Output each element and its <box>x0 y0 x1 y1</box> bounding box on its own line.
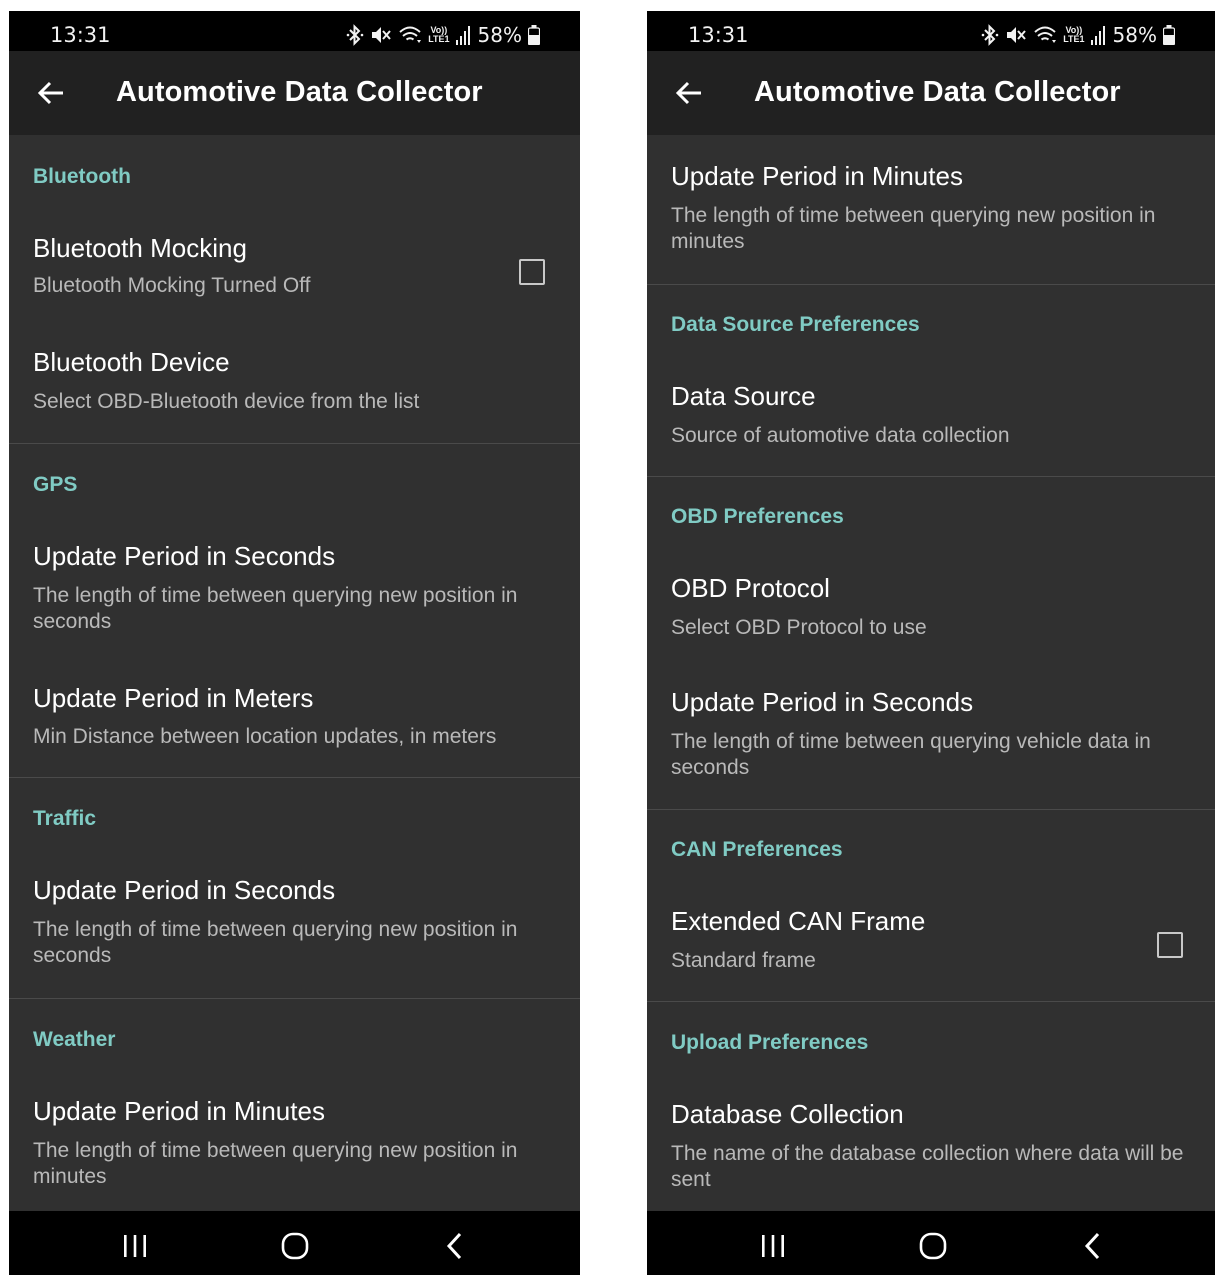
pref-title: Update Period in Seconds <box>33 875 336 905</box>
pref-title: OBD Protocol <box>671 573 830 603</box>
nav-back-button[interactable] <box>435 1231 475 1261</box>
category-obd: OBD Preferences <box>671 505 844 528</box>
signal-icon <box>455 26 470 45</box>
home-button[interactable] <box>913 1231 953 1261</box>
battery-icon <box>528 25 540 45</box>
status-time: 13:31 <box>50 23 111 47</box>
divider <box>647 476 1215 477</box>
pref-weather-update-minutes[interactable]: Update Period in Minutes The length of t… <box>9 1078 580 1208</box>
pref-title: Update Period in Seconds <box>33 541 336 571</box>
bluetooth-icon <box>981 24 999 46</box>
divider <box>9 998 580 999</box>
home-icon <box>919 1232 947 1260</box>
page-title: Automotive Data Collector <box>754 76 1121 108</box>
pref-gps-update-meters[interactable]: Update Period in Meters Min Distance bet… <box>9 667 580 767</box>
pref-title: Database Collection <box>671 1099 904 1129</box>
nav-back-icon <box>1084 1232 1100 1260</box>
divider <box>9 443 580 444</box>
pref-summary: Min Distance between location updates, i… <box>33 725 497 748</box>
pref-obd-protocol[interactable]: OBD Protocol Select OBD Protocol to use <box>647 555 1215 659</box>
page-title: Automotive Data Collector <box>116 76 483 108</box>
pref-weather-update-minutes[interactable]: Update Period in Minutes The length of t… <box>647 143 1215 273</box>
category-upload: Upload Preferences <box>671 1031 869 1054</box>
category-traffic: Traffic <box>33 807 97 830</box>
navigation-bar <box>647 1211 1215 1275</box>
back-button[interactable] <box>35 77 67 109</box>
pref-summary: The length of time between querying vehi… <box>671 730 1151 779</box>
home-icon <box>281 1232 309 1260</box>
mute-icon <box>372 27 391 43</box>
mute-icon <box>1007 27 1026 43</box>
divider <box>9 777 580 778</box>
status-bar: 13:31 Vo)) LTE1 58% <box>9 11 580 51</box>
divider <box>647 284 1215 285</box>
app-bar: Automotive Data Collector <box>9 51 580 135</box>
pref-bluetooth-mocking[interactable]: Bluetooth Mocking Bluetooth Mocking Turn… <box>9 215 580 319</box>
battery-percent: 58% <box>1112 23 1157 47</box>
nav-back-icon <box>446 1232 462 1260</box>
preferences-list: Update Period in Minutes The length of t… <box>647 135 1215 1211</box>
pref-title: Update Period in Seconds <box>671 687 974 717</box>
pref-summary: The length of time between querying new … <box>33 1139 518 1188</box>
pref-title: Update Period in Minutes <box>671 161 963 191</box>
status-bar: 13:31 Vo)) LTE1 58% <box>647 11 1215 51</box>
back-arrow-icon <box>37 81 63 105</box>
recents-icon <box>124 1235 146 1257</box>
bluetooth-mocking-checkbox[interactable] <box>519 259 545 285</box>
wifi-icon <box>399 26 422 43</box>
divider <box>647 1001 1215 1002</box>
preferences-list: Bluetooth Bluetooth Mocking Bluetooth Mo… <box>9 135 580 1220</box>
lte-indicator: Vo)) LTE1 <box>428 25 450 44</box>
extended-can-frame-checkbox[interactable] <box>1157 932 1183 958</box>
category-data-source: Data Source Preferences <box>671 313 920 336</box>
pref-bluetooth-device[interactable]: Bluetooth Device Select OBD-Bluetooth de… <box>9 331 580 433</box>
pref-summary: Bluetooth Mocking Turned Off <box>33 274 311 297</box>
pref-title: Data Source <box>671 381 816 411</box>
pref-title: Extended CAN Frame <box>671 906 926 936</box>
status-icons: Vo)) LTE1 58% <box>346 23 540 47</box>
pref-summary: The length of time between querying new … <box>671 204 1156 253</box>
category-weather: Weather <box>33 1028 116 1051</box>
bluetooth-icon <box>346 24 364 46</box>
pref-summary: The length of time between querying new … <box>33 584 518 633</box>
back-button[interactable] <box>673 77 705 109</box>
pref-summary: Select OBD Protocol to use <box>671 616 927 639</box>
pref-traffic-update-seconds[interactable]: Update Period in Seconds The length of t… <box>9 857 580 987</box>
pref-gps-update-seconds[interactable]: Update Period in Seconds The length of t… <box>9 523 580 643</box>
wifi-icon <box>1034 26 1057 43</box>
pref-extended-can-frame[interactable]: Extended CAN Frame Standard frame <box>647 888 1215 992</box>
pref-summary: The length of time between querying new … <box>33 918 518 967</box>
pref-database-collection[interactable]: Database Collection The name of the data… <box>647 1081 1215 1211</box>
status-time: 13:31 <box>688 23 749 47</box>
category-bluetooth: Bluetooth <box>33 165 131 188</box>
pref-summary: The name of the database collection wher… <box>671 1142 1184 1191</box>
navigation-bar <box>9 1211 580 1275</box>
pref-data-source[interactable]: Data Source Source of automotive data co… <box>647 363 1215 465</box>
battery-icon <box>1163 25 1175 45</box>
home-button[interactable] <box>275 1231 315 1261</box>
nav-back-button[interactable] <box>1073 1231 1113 1261</box>
pref-summary: Standard frame <box>671 949 816 972</box>
app-bar: Automotive Data Collector <box>647 51 1215 135</box>
status-icons: Vo)) LTE1 58% <box>981 23 1175 47</box>
pref-title: Bluetooth Mocking <box>33 233 247 263</box>
pref-summary: Select OBD-Bluetooth device from the lis… <box>33 390 420 413</box>
recents-button[interactable] <box>115 1231 155 1261</box>
battery-percent: 58% <box>477 23 522 47</box>
pref-title: Update Period in Meters <box>33 683 314 713</box>
back-arrow-icon <box>675 81 701 105</box>
divider <box>647 809 1215 810</box>
lte-indicator: Vo)) LTE1 <box>1063 25 1085 44</box>
phone-screen-left: 13:31 Vo)) LTE1 58% Automotive Data Coll… <box>9 11 580 1275</box>
pref-summary: Source of automotive data collection <box>671 424 1010 447</box>
pref-title: Update Period in Minutes <box>33 1096 325 1126</box>
pref-obd-update-seconds[interactable]: Update Period in Seconds The length of t… <box>647 669 1215 799</box>
recents-button[interactable] <box>753 1231 793 1261</box>
recents-icon <box>762 1235 784 1257</box>
phone-screen-right: 13:31 Vo)) LTE1 58% Automotive Data Coll… <box>647 11 1215 1275</box>
category-gps: GPS <box>33 473 78 496</box>
signal-icon <box>1090 26 1105 45</box>
pref-title: Bluetooth Device <box>33 347 230 377</box>
category-can: CAN Preferences <box>671 838 843 861</box>
